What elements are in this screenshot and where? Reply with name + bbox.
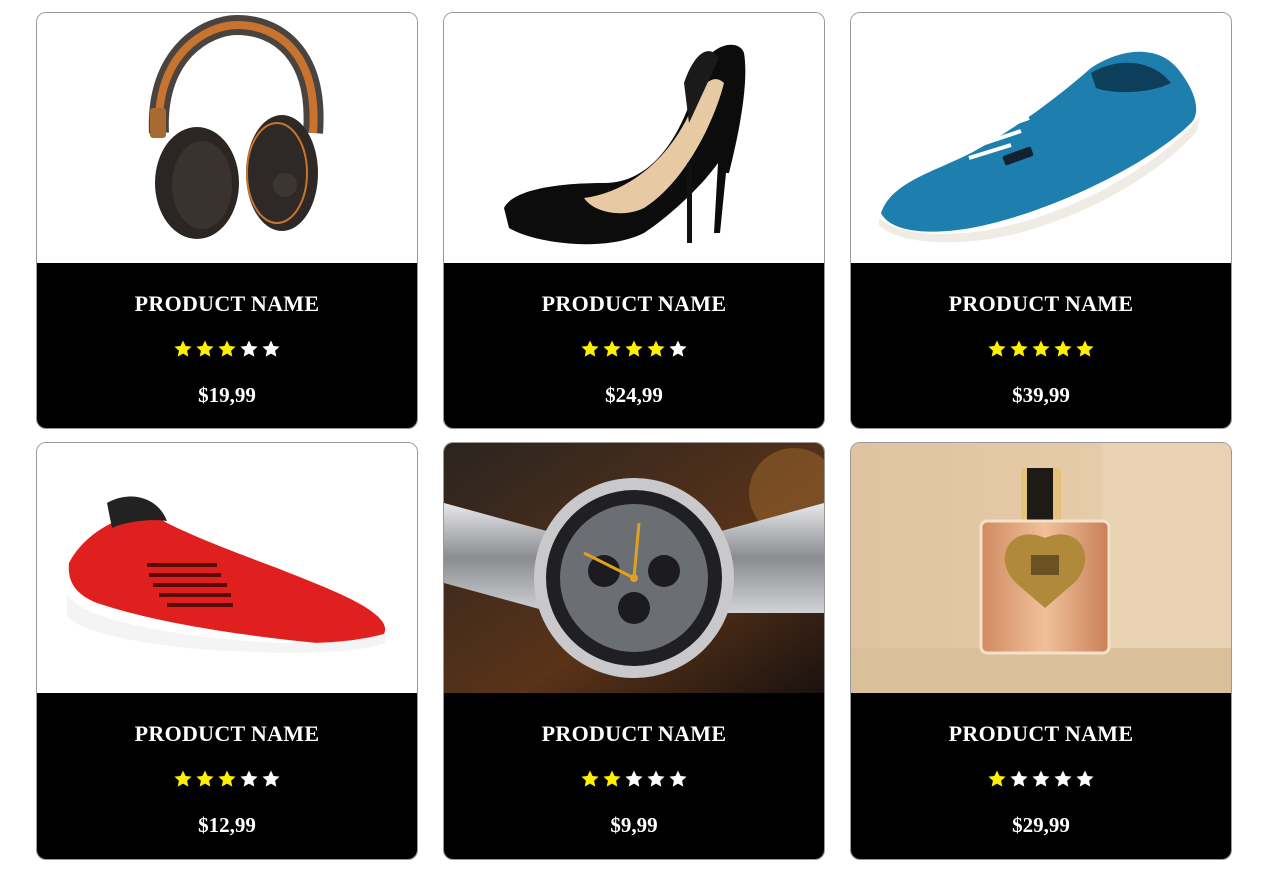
wristwatch-image[interactable] bbox=[444, 443, 824, 693]
star-filled-icon bbox=[988, 770, 1006, 787]
star-empty-icon bbox=[262, 340, 280, 357]
blue-sneaker-image[interactable] bbox=[851, 13, 1231, 263]
star-filled-icon bbox=[218, 770, 236, 787]
star-empty-icon bbox=[262, 770, 280, 787]
headphones-image[interactable] bbox=[37, 13, 417, 263]
star-rating bbox=[987, 339, 1095, 359]
star-empty-icon bbox=[669, 770, 687, 787]
star-filled-icon bbox=[647, 340, 665, 357]
product-card[interactable]: PRODUCT NAME $12,99 bbox=[36, 442, 418, 860]
product-info: PRODUCT NAME $9,99 bbox=[444, 693, 824, 859]
star-empty-icon bbox=[240, 340, 258, 357]
product-name: PRODUCT NAME bbox=[134, 291, 320, 316]
star-filled-icon bbox=[1010, 340, 1028, 357]
red-sneaker-image[interactable] bbox=[37, 443, 417, 693]
product-price: $12,99 bbox=[198, 813, 256, 837]
star-rating bbox=[580, 769, 688, 789]
star-filled-icon bbox=[603, 340, 621, 357]
product-info: PRODUCT NAME $12,99 bbox=[37, 693, 417, 859]
product-info: PRODUCT NAME $19,99 bbox=[37, 263, 417, 428]
star-filled-icon bbox=[581, 770, 599, 787]
star-rating bbox=[173, 769, 281, 789]
star-empty-icon bbox=[1076, 770, 1094, 787]
product-card[interactable]: PRODUCT NAME $19,99 bbox=[36, 12, 418, 429]
star-empty-icon bbox=[647, 770, 665, 787]
star-empty-icon bbox=[1054, 770, 1072, 787]
product-price: $29,99 bbox=[1012, 813, 1070, 837]
product-name: PRODUCT NAME bbox=[948, 291, 1134, 316]
star-rating bbox=[580, 339, 688, 359]
star-filled-icon bbox=[603, 770, 621, 787]
product-card[interactable]: PRODUCT NAME $29,99 bbox=[850, 442, 1232, 860]
product-info: PRODUCT NAME $29,99 bbox=[851, 693, 1231, 859]
product-price: $9,99 bbox=[610, 813, 658, 837]
product-name: PRODUCT NAME bbox=[134, 721, 320, 746]
product-name: PRODUCT NAME bbox=[948, 721, 1134, 746]
star-empty-icon bbox=[625, 770, 643, 787]
star-rating bbox=[987, 769, 1095, 789]
black-heels-image[interactable] bbox=[444, 13, 824, 263]
product-info: PRODUCT NAME $24,99 bbox=[444, 263, 824, 428]
star-filled-icon bbox=[581, 340, 599, 357]
product-price: $39,99 bbox=[1012, 383, 1070, 407]
product-name: PRODUCT NAME bbox=[541, 721, 727, 746]
star-rating bbox=[173, 339, 281, 359]
product-card[interactable]: PRODUCT NAME $39,99 bbox=[850, 12, 1232, 429]
product-price: $19,99 bbox=[198, 383, 256, 407]
star-empty-icon bbox=[1032, 770, 1050, 787]
star-filled-icon bbox=[1032, 340, 1050, 357]
star-filled-icon bbox=[196, 340, 214, 357]
product-price: $24,99 bbox=[605, 383, 663, 407]
star-empty-icon bbox=[669, 340, 687, 357]
star-filled-icon bbox=[1054, 340, 1072, 357]
star-filled-icon bbox=[218, 340, 236, 357]
star-filled-icon bbox=[625, 340, 643, 357]
product-name: PRODUCT NAME bbox=[541, 291, 727, 316]
star-filled-icon bbox=[196, 770, 214, 787]
star-empty-icon bbox=[1010, 770, 1028, 787]
star-filled-icon bbox=[174, 340, 192, 357]
star-empty-icon bbox=[240, 770, 258, 787]
star-filled-icon bbox=[988, 340, 1006, 357]
star-filled-icon bbox=[174, 770, 192, 787]
product-info: PRODUCT NAME $39,99 bbox=[851, 263, 1231, 428]
perfume-image[interactable] bbox=[851, 443, 1231, 693]
product-card[interactable]: PRODUCT NAME $24,99 bbox=[443, 12, 825, 429]
star-filled-icon bbox=[1076, 340, 1094, 357]
product-grid: PRODUCT NAME $19,99 PRODUCT NAME $24,99 bbox=[36, 12, 1232, 860]
product-card[interactable]: PRODUCT NAME $9,99 bbox=[443, 442, 825, 860]
